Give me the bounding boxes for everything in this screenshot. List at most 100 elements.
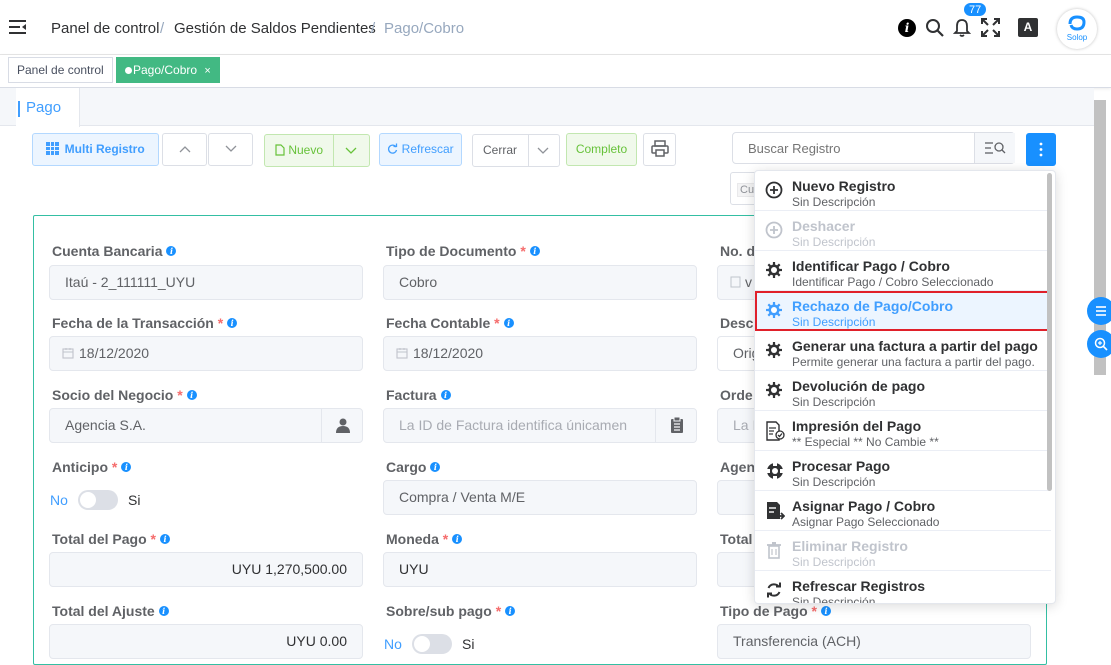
info-icon[interactable]: i [166, 246, 177, 256]
switch-on-label: Si [462, 636, 475, 652]
field-value: 18/12/2020 [79, 345, 150, 361]
menu-item-eliminar-registro: Eliminar Registro Sin Descripción [755, 531, 1051, 571]
language-icon[interactable]: A [1018, 18, 1038, 37]
info-icon[interactable]: i [159, 534, 170, 544]
total-pago-field[interactable]: UYU 1,270,500.00 [49, 552, 363, 587]
menu-item-procesar-pago[interactable]: Procesar Pago Sin Descripción [755, 451, 1051, 491]
tab-pago[interactable]: Pago [16, 88, 80, 127]
socio-negocio-field[interactable]: Agencia S.A. [49, 408, 363, 443]
required-mark: * [217, 315, 224, 331]
document-icon [730, 276, 741, 288]
required-mark: * [442, 531, 449, 547]
info-icon[interactable]: i [505, 606, 516, 616]
nuevo-button[interactable]: Nuevo [264, 134, 370, 167]
search-input[interactable] [733, 133, 973, 163]
previous-record-button[interactable] [162, 133, 207, 166]
completo-button[interactable]: Completo [566, 133, 637, 166]
info-icon[interactable]: i [227, 318, 238, 328]
tipo-pago-field[interactable]: Transferencia (ACH) [717, 624, 1031, 659]
zoom-float-button[interactable] [1087, 330, 1111, 358]
cuenta-bancaria-label: Cuenta Bancaria i [52, 243, 177, 259]
info-icon[interactable]: i [440, 390, 451, 400]
chevron-down-icon[interactable] [345, 147, 357, 155]
no-documento-label: No. d [720, 243, 755, 259]
menu-item-nuevo-registro[interactable]: Nuevo Registro Sin Descripción [755, 171, 1051, 211]
vertical-dots-icon [1039, 142, 1043, 157]
info-icon[interactable]: i [452, 534, 463, 544]
menu-item-deshacer: Deshacer Sin Descripción [755, 211, 1051, 251]
label-text: Sobre/sub pago [386, 603, 492, 619]
search-icon[interactable] [925, 18, 945, 38]
menu-item-devolucion-de-pago[interactable]: Devolución de pago Sin Descripción [755, 371, 1051, 411]
info-icon[interactable]: i [121, 462, 132, 472]
tab-label: Pago [26, 99, 62, 116]
menu-item-asignar-pago-cobro[interactable]: Asignar Pago / Cobro Asignar Pago Selecci… [755, 491, 1051, 531]
more-actions-button[interactable] [1026, 133, 1056, 166]
hamburger-icon[interactable] [9, 19, 27, 35]
label-text: Orde [720, 387, 753, 403]
menu-item-generar-una-factura-a-partir-del-pago[interactable]: Generar una factura a partir del pago Per… [755, 331, 1051, 371]
sobre-sub-pago-switch[interactable] [412, 634, 452, 654]
factura-field[interactable]: La ID de Factura identifica únicamen [383, 408, 697, 443]
menu-item-impresion-del-pago[interactable]: Impresión del Pago ** Especial ** No Camb… [755, 411, 1051, 451]
avatar[interactable]: Solop [1057, 9, 1097, 49]
info-icon[interactable]: i [898, 19, 916, 37]
next-record-button[interactable] [208, 133, 253, 166]
record-list-float-button[interactable] [1087, 297, 1111, 325]
fullscreen-icon[interactable] [981, 18, 1000, 37]
info-icon[interactable]: i [529, 246, 540, 256]
info-icon[interactable]: i [158, 606, 169, 616]
tipo-documento-field[interactable]: Cobro [383, 265, 697, 300]
label-text: No. d [720, 243, 755, 259]
notification-badge: 77 [963, 2, 988, 17]
tag-label: Pago/Cobro [133, 63, 198, 77]
menu-item-title: Rechazo de Pago/Cobro [792, 298, 954, 314]
menu-item-rechazo-de-pago-cobro[interactable]: Rechazo de Pago/Cobro Sin Descripción [755, 291, 1051, 331]
label-text: Total del Ajuste [52, 603, 155, 619]
label-text: Desc [720, 315, 754, 331]
cargo-field[interactable]: Compra / Venta M/E [383, 480, 697, 515]
menu-scrollbar[interactable] [1047, 173, 1052, 491]
tag-pago-cobro[interactable]: Pago/Cobro × [116, 57, 220, 83]
anticipo-switch[interactable] [78, 490, 118, 510]
plus-circle-icon [765, 221, 783, 239]
chevron-down-icon[interactable] [537, 147, 549, 155]
print-button[interactable] [643, 133, 676, 166]
search-filter-button[interactable] [974, 133, 1015, 163]
partner-search-button[interactable] [321, 409, 362, 442]
menu-item-description: Sin Descripción [792, 595, 876, 604]
breadcrumb-gestion[interactable]: Gestión de Saldos Pendientes [174, 20, 376, 37]
fecha-contable-field[interactable]: 18/12/2020 [383, 336, 697, 371]
menu-item-refrescar-registros[interactable]: Refrescar Registros Sin Descripción [755, 571, 1051, 604]
cerrar-button[interactable]: Cerrar [472, 134, 560, 167]
label-text: Fecha de la Transacción [52, 315, 214, 331]
total-ajuste-field[interactable]: UYU 0.00 [49, 624, 363, 659]
cuenta-bancaria-field[interactable]: Itaú - 2_111111_UYU [49, 265, 363, 300]
info-icon[interactable]: i [503, 318, 514, 328]
workflow-icon [765, 461, 785, 481]
refrescar-button[interactable]: Refrescar [379, 133, 462, 166]
menu-item-description: Sin Descripción [792, 315, 876, 329]
fecha-transaccion-field[interactable]: 18/12/2020 [49, 336, 363, 371]
cerrar-label: Cerrar [483, 143, 518, 157]
tag-panel-de-control[interactable]: Panel de control [8, 57, 113, 83]
gear-icon [765, 261, 783, 279]
avatar-label: Solop [1066, 33, 1088, 42]
bell-icon[interactable] [953, 18, 971, 38]
label-text: Socio del Negocio [52, 387, 174, 403]
menu-item-description: Permite generar una factura a partir del… [792, 355, 1035, 369]
field-value: v [745, 274, 752, 290]
switch-off-label: No [384, 636, 402, 652]
multi-registro-button[interactable]: Multi Registro [32, 133, 159, 166]
info-icon[interactable]: i [186, 390, 197, 400]
info-icon[interactable]: i [820, 606, 831, 616]
info-icon[interactable]: i [430, 462, 441, 472]
required-mark: * [111, 459, 118, 475]
descripcion-label: Desc [720, 315, 753, 331]
menu-item-identificar-pago-cobro[interactable]: Identificar Pago / Cobro Identificar Pago… [755, 251, 1051, 291]
breadcrumb-panel[interactable]: Panel de control [51, 20, 159, 37]
close-icon[interactable]: × [204, 65, 210, 77]
invoice-search-button[interactable] [655, 409, 696, 442]
required-mark: * [150, 531, 156, 547]
moneda-field[interactable]: UYU [383, 552, 697, 587]
